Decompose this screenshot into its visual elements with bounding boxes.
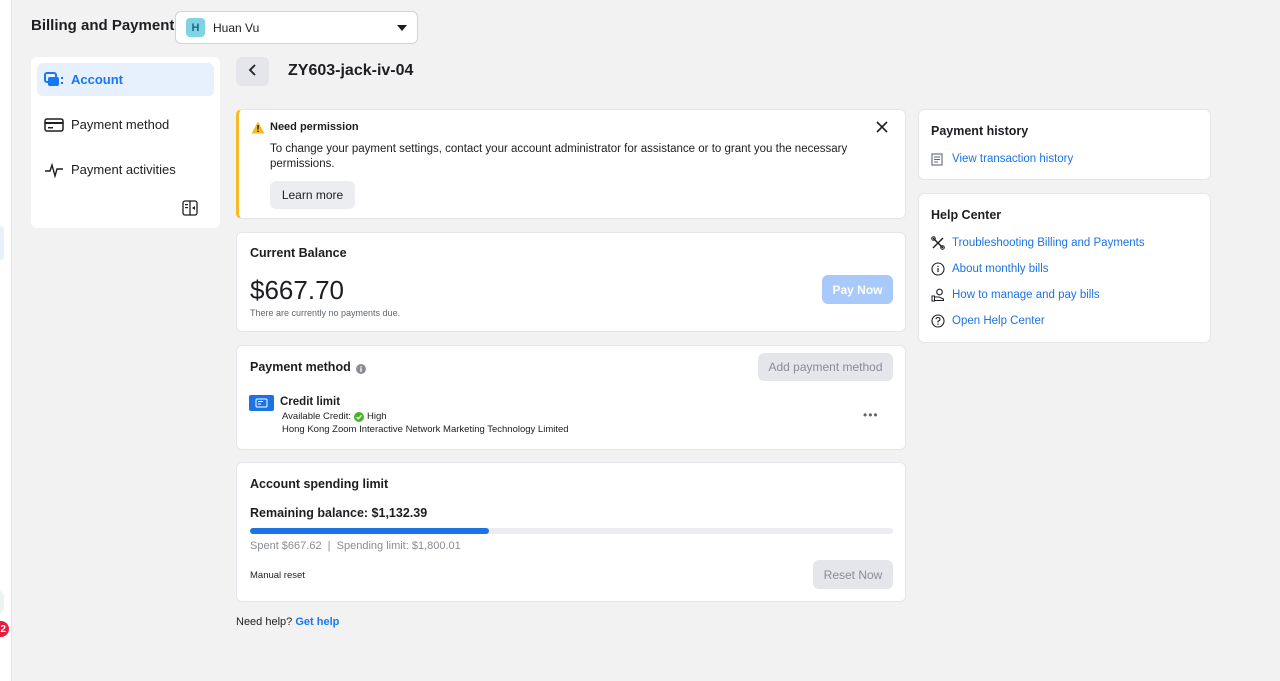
account-icon <box>44 71 66 89</box>
pulse-icon <box>44 161 66 179</box>
help-link-open-help-center[interactable]: Open Help Center <box>931 314 1045 328</box>
edge-chat-bubble[interactable] <box>0 590 4 614</box>
back-button[interactable] <box>236 57 269 86</box>
info-icon <box>931 262 945 276</box>
spending-progress-fill <box>250 528 489 534</box>
sidebar-item-label: Account <box>71 72 123 87</box>
manual-reset-label: Manual reset <box>250 570 305 581</box>
remaining-balance: Remaining balance: $1,132.39 <box>250 506 428 520</box>
link-label: How to manage and pay bills <box>952 289 1100 301</box>
help-link-manage-pay-bills[interactable]: How to manage and pay bills <box>931 288 1100 302</box>
spending-limit-heading: Account spending limit <box>250 477 389 491</box>
payment-method-heading: Payment method <box>250 360 351 374</box>
receipt-icon <box>931 152 945 166</box>
payment-history-card: Payment history View transaction history <box>918 109 1211 180</box>
balance-heading: Current Balance <box>250 246 347 260</box>
get-help-link[interactable]: Get help <box>295 616 339 628</box>
learn-more-button[interactable]: Learn more <box>270 181 355 209</box>
chevron-left-icon <box>248 64 258 79</box>
spent-summary: Spent $667.62 | Spending limit: $1,800.0… <box>250 540 461 552</box>
account-selector[interactable]: H Huan Vu <box>175 11 418 44</box>
notice-heading: Need permission <box>270 121 359 133</box>
sidebar-item-label: Payment method <box>71 117 170 132</box>
edge-active-marker <box>0 226 4 260</box>
credit-limit-title: Credit limit <box>280 396 341 408</box>
add-payment-method-button[interactable]: Add payment method <box>758 353 893 381</box>
help-link-troubleshooting[interactable]: Troubleshooting Billing and Payments <box>931 236 1145 250</box>
notice-message: To change your payment settings, contact… <box>270 143 848 170</box>
balance-amount: $667.70 <box>250 275 344 305</box>
info-icon[interactable] <box>356 363 366 377</box>
available-credit-label: Available Credit: <box>282 411 352 422</box>
ad-account-title: ZY603-jack-iv-04 <box>288 62 414 79</box>
available-credit: Available Credit: High <box>282 411 387 422</box>
payment-history-heading: Payment history <box>931 124 1029 138</box>
account-avatar: H <box>186 18 205 37</box>
left-edge-strip: 2 <box>0 0 12 681</box>
hand-coin-icon <box>931 288 945 302</box>
question-icon <box>931 314 945 328</box>
help-link-monthly-bills[interactable]: About monthly bills <box>931 262 1049 276</box>
need-help: Need help? Get help <box>236 616 339 628</box>
balance-subtext: There are currently no payments due. <box>250 308 401 318</box>
view-transaction-history-link[interactable]: View transaction history <box>931 152 1073 166</box>
reset-now-button[interactable]: Reset Now <box>813 560 893 589</box>
spending-progress-bar <box>250 528 893 534</box>
need-help-text: Need help? <box>236 616 293 628</box>
spending-limit-card: Account spending limit Remaining balance… <box>236 462 906 602</box>
check-circle-icon <box>354 411 365 422</box>
link-label: View transaction history <box>952 153 1074 165</box>
payment-method-card: Payment method Add payment method Credit… <box>236 345 906 450</box>
tools-icon <box>931 236 945 250</box>
available-credit-value: High <box>367 411 387 422</box>
link-label: Troubleshooting Billing and Payments <box>952 237 1145 249</box>
sidebar-item-payment-activities[interactable]: Payment activities <box>37 153 214 186</box>
more-options-icon[interactable]: ••• <box>863 408 879 422</box>
credit-card-icon <box>44 116 66 134</box>
permission-notice: Need permission To change your payment s… <box>236 109 906 219</box>
caret-down-icon <box>397 24 407 31</box>
link-label: Open Help Center <box>952 315 1045 327</box>
link-label: About monthly bills <box>952 263 1049 275</box>
warning-icon <box>251 121 265 137</box>
help-center-card: Help Center Troubleshooting Billing and … <box>918 193 1211 343</box>
company-name: Hong Kong Zoom Interactive Network Marke… <box>282 424 569 435</box>
pay-now-button[interactable]: Pay Now <box>822 275 893 304</box>
notification-badge[interactable]: 2 <box>0 621 9 637</box>
help-center-heading: Help Center <box>931 208 1002 222</box>
collapse-sidebar-icon[interactable] <box>182 200 198 216</box>
sidebar-item-label: Payment activities <box>71 162 176 177</box>
credit-line-icon <box>249 395 274 411</box>
sidebar-item-account[interactable]: Account <box>37 63 214 96</box>
sidebar: Account Payment method Payment activitie… <box>31 57 220 228</box>
current-balance-card: Current Balance $667.70 There are curren… <box>236 232 906 332</box>
page-title: Billing and Payment <box>31 17 175 34</box>
close-icon[interactable] <box>875 120 889 134</box>
account-name: Huan Vu <box>213 20 260 35</box>
sidebar-item-payment-method[interactable]: Payment method <box>37 108 214 141</box>
